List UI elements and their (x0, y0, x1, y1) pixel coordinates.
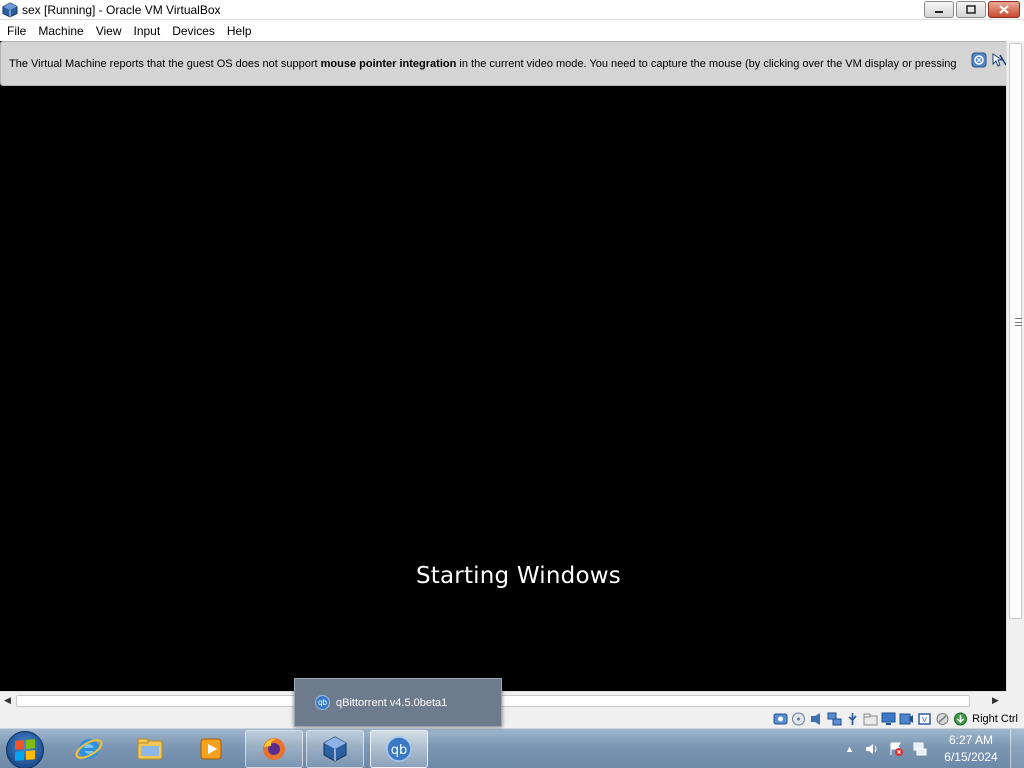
window-title: sex [Running] - Oracle VM VirtualBox (22, 2, 221, 17)
mouse-integration-icon[interactable] (935, 712, 950, 726)
menu-devices[interactable]: Devices (167, 22, 220, 40)
mouse-integration-notice: The Virtual Machine reports that the gue… (0, 41, 1022, 86)
virtualbox-icon (323, 736, 347, 762)
close-icon (999, 5, 1009, 14)
window-controls (924, 1, 1020, 18)
menu-file[interactable]: File (2, 22, 31, 40)
maximize-button[interactable] (956, 1, 986, 18)
info-icon[interactable] (971, 52, 987, 68)
virtualbox-app-icon (2, 1, 18, 18)
system-clock[interactable]: 6:27 AM 6/15/2024 (936, 732, 1006, 766)
device-status-icons: V (773, 712, 968, 726)
menu-help[interactable]: Help (222, 22, 257, 40)
maximize-icon (966, 5, 976, 14)
vm-status-bar: V Right Ctrl (0, 709, 1024, 729)
notice-text-before: The Virtual Machine reports that the gue… (9, 57, 321, 70)
host-key-icon[interactable] (953, 712, 968, 726)
taskbar-qbittorrent[interactable]: qb (370, 730, 428, 768)
windows-taskbar: qb ▲ 6:27 AM 6/15/2024 (0, 728, 1024, 768)
scrollbar-corner (1006, 691, 1024, 709)
qbittorrent-small-icon: qb (315, 695, 330, 710)
taskbar-internet-explorer[interactable] (60, 730, 118, 768)
network-icon[interactable] (827, 712, 842, 726)
media-player-icon (200, 738, 222, 760)
preview-window-title: qBittorrent v4.5.0beta1 (336, 696, 448, 709)
windows-logo-icon (15, 739, 35, 761)
close-button[interactable] (988, 1, 1020, 18)
notice-text-after: in the current video mode. You need to c… (456, 57, 957, 70)
taskbar-windows-media-player[interactable] (182, 730, 240, 768)
host-key-label[interactable]: Right Ctrl (972, 713, 1018, 725)
taskbar-windows-explorer[interactable] (121, 730, 179, 768)
audio-icon[interactable] (809, 712, 824, 726)
qbittorrent-icon: qb (386, 736, 412, 762)
show-desktop-button[interactable] (1010, 729, 1024, 768)
boot-message: Starting Windows (416, 563, 621, 589)
recording-icon[interactable] (899, 712, 914, 726)
clock-time: 6:27 AM (948, 733, 994, 747)
cpu-icon[interactable]: V (917, 712, 932, 726)
network-tray-icon[interactable] (912, 741, 928, 757)
notice-text-bold: mouse pointer integration (320, 57, 457, 70)
notice-message: The Virtual Machine reports that the gue… (9, 58, 959, 70)
start-button[interactable] (6, 731, 44, 768)
taskbar-preview-popup[interactable]: qb qBittorrent v4.5.0beta1 (294, 678, 502, 727)
display-icon[interactable] (881, 712, 896, 726)
notice-actions (971, 52, 1007, 68)
scroll-left-arrow-icon[interactable]: ◀ (4, 695, 11, 706)
vertical-scroll-thumb[interactable] (1009, 43, 1022, 619)
minimize-button[interactable] (924, 1, 954, 18)
shared-folders-icon[interactable] (863, 712, 878, 726)
scroll-grip-icon (1015, 318, 1022, 326)
usb-icon[interactable] (845, 712, 860, 726)
mouse-capture-icon[interactable] (991, 52, 1007, 68)
folder-icon (137, 738, 163, 760)
scroll-right-arrow-icon[interactable]: ▶ (992, 695, 999, 706)
qbittorrent-icon-text: qb (391, 743, 408, 758)
menu-bar: File Machine View Input Devices Help (0, 20, 1024, 41)
taskbar-virtualbox[interactable] (306, 730, 364, 768)
menu-view[interactable]: View (91, 22, 127, 40)
vm-display[interactable]: Starting Windows (0, 86, 1006, 691)
menu-input[interactable]: Input (129, 22, 166, 40)
horizontal-scrollbar[interactable]: ◀ ▶ (0, 691, 1006, 709)
system-tray: ▲ 6:27 AM 6/15/2024 (845, 729, 1024, 768)
clock-date: 6/15/2024 (944, 750, 998, 764)
action-center-warning-icon[interactable] (888, 741, 904, 757)
vertical-scrollbar[interactable] (1006, 41, 1024, 691)
menu-machine[interactable]: Machine (33, 22, 88, 40)
minimize-icon (935, 10, 943, 13)
internet-explorer-icon (75, 739, 103, 759)
show-hidden-icons-button[interactable]: ▲ (845, 744, 854, 754)
hard-disk-icon[interactable] (773, 712, 788, 726)
volume-icon[interactable] (864, 741, 880, 757)
firefox-icon (263, 738, 285, 760)
optical-drive-icon[interactable] (791, 712, 806, 726)
svg-text:V: V (922, 716, 927, 724)
taskbar-firefox[interactable] (245, 730, 303, 768)
window-titlebar[interactable]: sex [Running] - Oracle VM VirtualBox (0, 0, 1024, 20)
